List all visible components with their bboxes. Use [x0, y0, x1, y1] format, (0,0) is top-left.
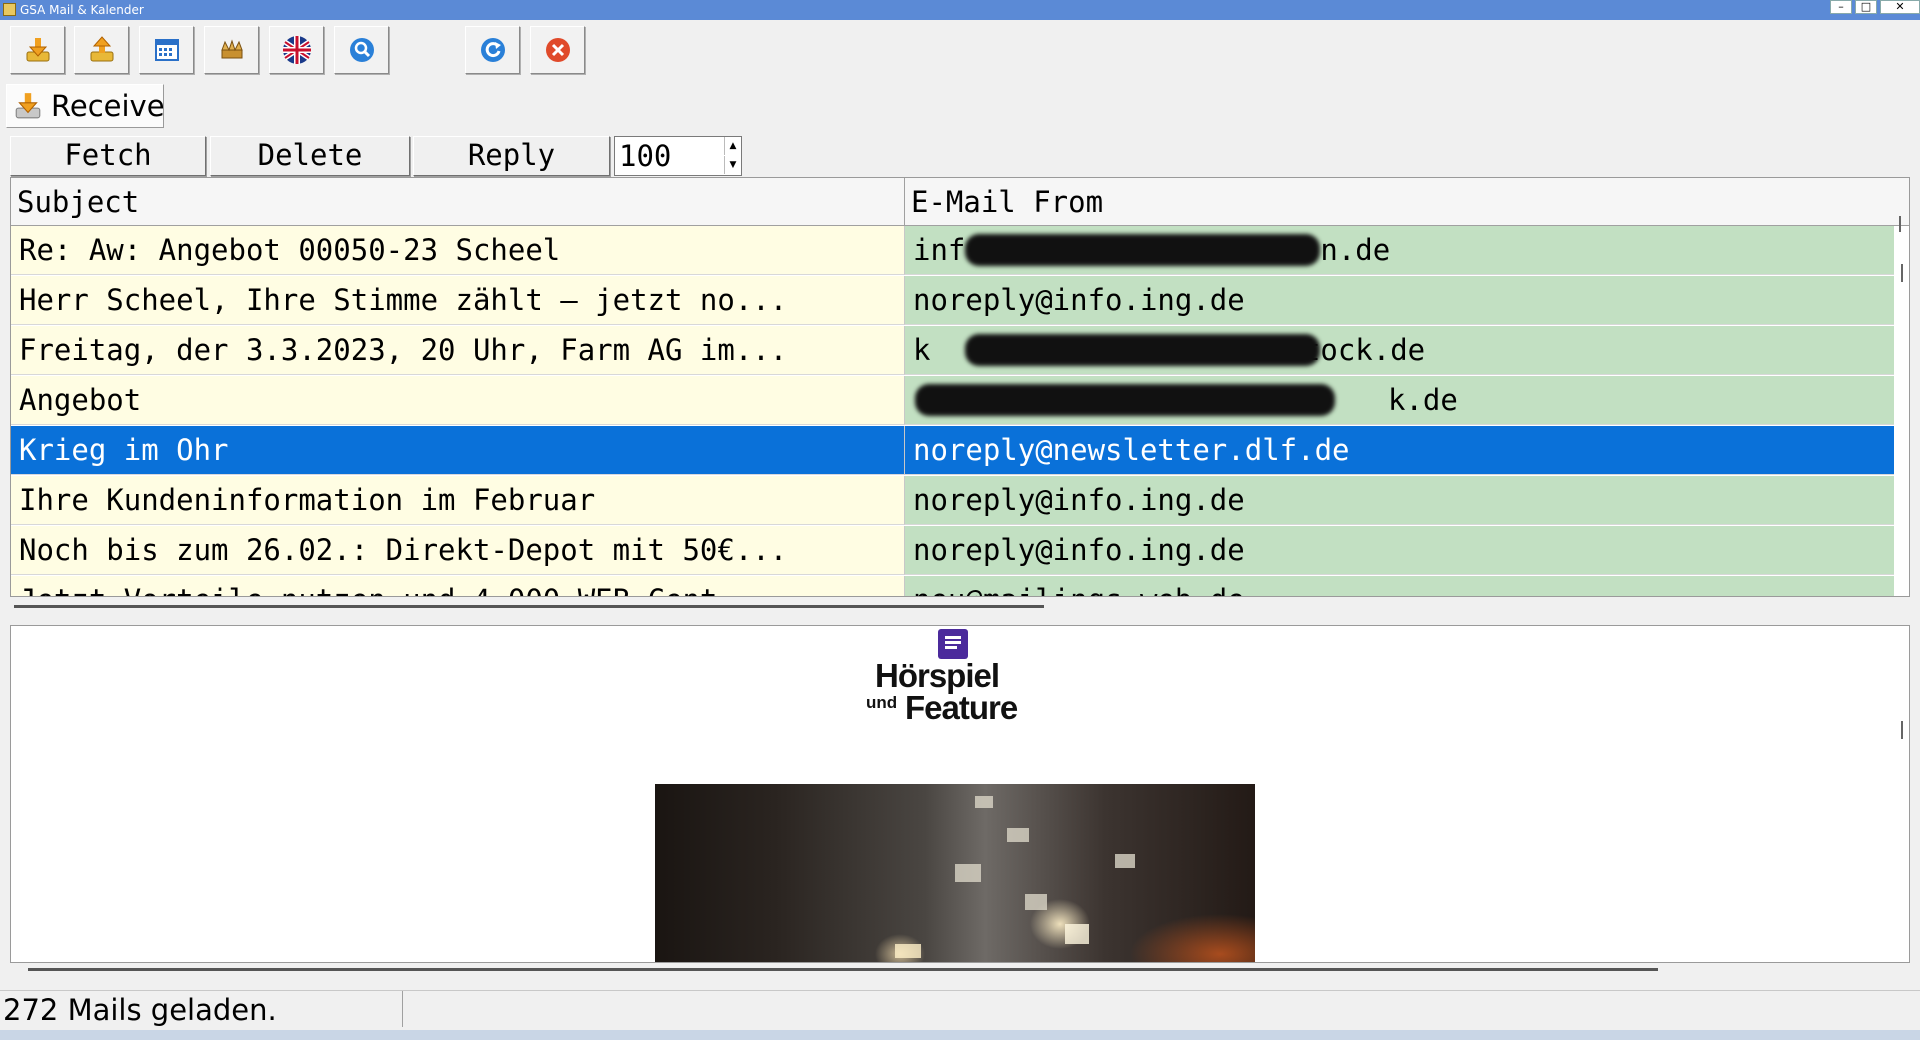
- mail-from: neu@mailings.web.de: [905, 576, 1894, 596]
- spin-up-button[interactable]: ▲: [724, 137, 741, 155]
- vertical-scrollbar[interactable]: [1901, 264, 1903, 282]
- calendar-button[interactable]: [139, 26, 194, 74]
- spin-down-button[interactable]: ▼: [724, 156, 741, 174]
- close-window-button[interactable]: ✕: [1880, 0, 1920, 14]
- refresh-button[interactable]: [465, 26, 520, 74]
- mail-row[interactable]: Noch bis zum 26.02.: Direkt-Depot mit 50…: [11, 526, 1894, 576]
- mail-from: k.de: [905, 376, 1894, 425]
- dlf-logo-icon: [938, 629, 968, 659]
- window-title: GSA Mail & Kalender: [20, 3, 144, 17]
- maximize-button[interactable]: □: [1855, 0, 1877, 14]
- mail-from: inf n.de: [905, 226, 1894, 275]
- minimize-button[interactable]: –: [1830, 0, 1852, 14]
- mail-row[interactable]: Krieg im Ohr noreply@newsletter.dlf.de: [11, 426, 1894, 476]
- delete-button[interactable]: Delete: [210, 136, 410, 176]
- close-icon: [546, 38, 570, 62]
- mail-subject: Herr Scheel, Ihre Stimme zählt – jetzt n…: [11, 276, 905, 325]
- count-input[interactable]: [619, 139, 719, 173]
- redaction-mark: [965, 234, 1320, 266]
- receive-button[interactable]: Receive: [6, 84, 165, 128]
- uk-flag-icon: [283, 36, 311, 64]
- status-bar: 272 Mails geladen.: [0, 990, 1920, 1029]
- bottom-strip: [0, 1030, 1920, 1040]
- count-spinner[interactable]: ▲ ▼: [614, 136, 742, 176]
- column-header-from[interactable]: E-Mail From: [905, 178, 1909, 226]
- mail-row[interactable]: Jetzt Vorteile nutzen und 4.000 WEB.Cent…: [11, 576, 1894, 596]
- download-icon: [26, 38, 50, 62]
- title-bar: GSA Mail & Kalender – □ ✕: [0, 0, 1920, 20]
- mail-subject: Angebot: [11, 376, 905, 425]
- search-button[interactable]: [334, 26, 389, 74]
- download-icon: [15, 93, 41, 119]
- upload-icon: [90, 36, 114, 62]
- mail-subject: Krieg im Ohr: [11, 426, 905, 475]
- download-button[interactable]: [10, 26, 65, 74]
- mail-from: k stock.de: [905, 326, 1894, 375]
- redaction-mark: [965, 334, 1320, 366]
- reply-button[interactable]: Reply: [413, 136, 610, 176]
- mail-subject: Ihre Kundeninformation im Februar: [11, 476, 905, 525]
- fetch-button[interactable]: Fetch: [10, 136, 206, 176]
- mail-from: noreply@info.ing.de: [905, 476, 1894, 525]
- status-panel: [404, 991, 1914, 1027]
- preview-vscrollbar[interactable]: [1901, 721, 1903, 739]
- mail-subject: Noch bis zum 26.02.: Direkt-Depot mit 50…: [11, 526, 905, 575]
- mail-subject: Re: Aw: Angebot 00050-23 Scheel: [11, 226, 905, 275]
- preview-hscrollbar[interactable]: [28, 968, 1658, 971]
- newsletter-image: [655, 784, 1255, 962]
- mail-list[interactable]: Subject E-Mail From Re: Aw: Angebot 0005…: [10, 177, 1910, 597]
- app-icon: [3, 3, 16, 16]
- mail-row[interactable]: Ihre Kundeninformation im Februar noreply…: [11, 476, 1894, 526]
- tools-button[interactable]: [204, 26, 259, 74]
- mail-row[interactable]: Angebot k.de: [11, 376, 1894, 426]
- mail-from: noreply@newsletter.dlf.de: [905, 426, 1894, 475]
- search-icon: [350, 38, 374, 62]
- receive-label: Receive: [51, 89, 165, 123]
- upload-button[interactable]: [74, 26, 129, 74]
- mail-row[interactable]: Re: Aw: Angebot 00050-23 Scheel inf n.de: [11, 226, 1894, 276]
- mail-row[interactable]: Freitag, der 3.3.2023, 20 Uhr, Farm AG i…: [11, 326, 1894, 376]
- crown-icon: [221, 39, 243, 59]
- mail-row[interactable]: Herr Scheel, Ihre Stimme zählt – jetzt n…: [11, 276, 1894, 326]
- logo-line2: Feature: [905, 689, 1018, 726]
- calendar-icon: [155, 39, 179, 61]
- language-button[interactable]: [269, 26, 324, 74]
- mail-subject: Freitag, der 3.3.2023, 20 Uhr, Farm AG i…: [11, 326, 905, 375]
- mail-preview[interactable]: Hörspiel und Feature: [10, 625, 1910, 963]
- mail-list-hscrollbar[interactable]: [14, 605, 1044, 608]
- mail-from: noreply@info.ing.de: [905, 276, 1894, 325]
- header-scroll-marker: [1899, 216, 1901, 232]
- logo-small: und: [866, 693, 898, 712]
- mail-subject: Jetzt Vorteile nutzen und 4.000 WEB.Cent: [11, 576, 905, 596]
- column-header-subject[interactable]: Subject: [11, 178, 905, 226]
- refresh-icon: [481, 38, 505, 62]
- mail-from: noreply@info.ing.de: [905, 526, 1894, 575]
- status-text: 272 Mails geladen.: [3, 991, 403, 1027]
- cancel-button[interactable]: [530, 26, 585, 74]
- redaction-mark: [915, 384, 1335, 416]
